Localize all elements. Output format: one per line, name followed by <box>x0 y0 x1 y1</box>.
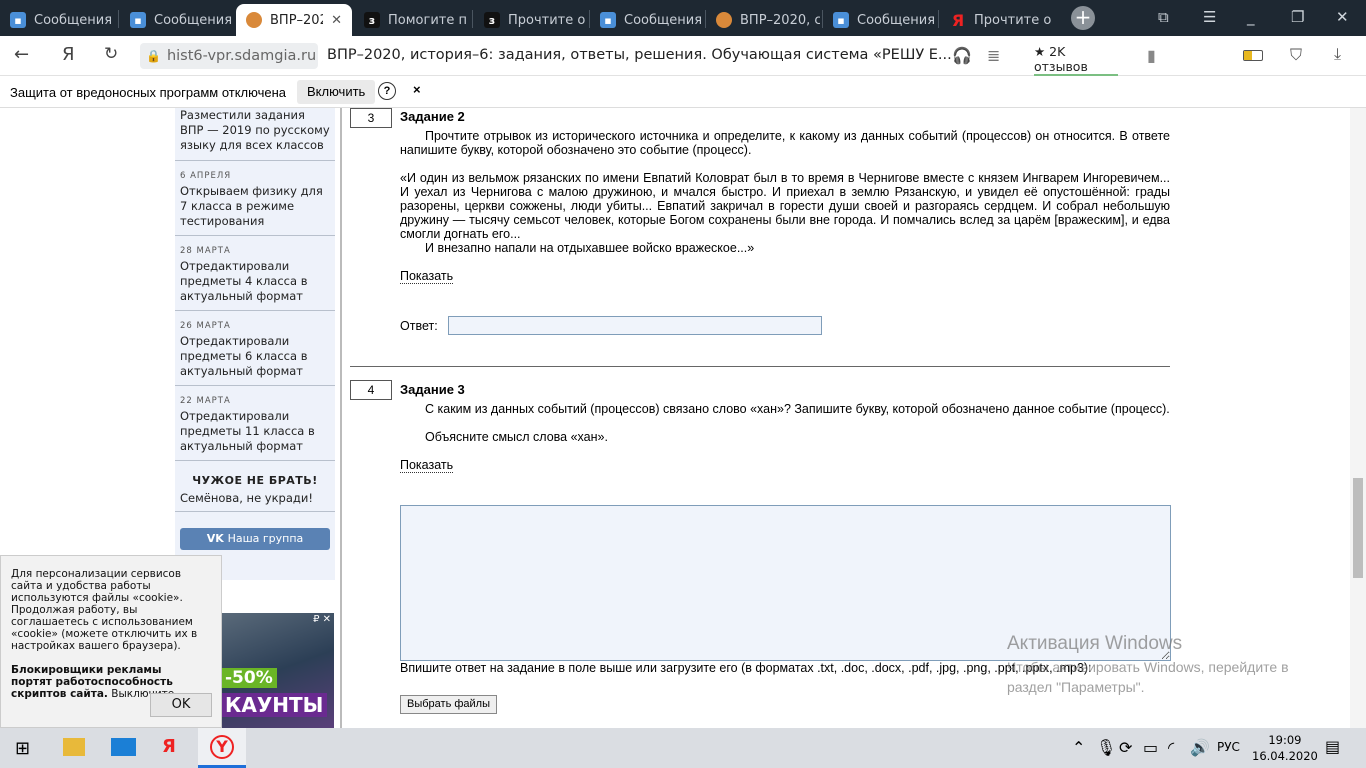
news-item[interactable]: 26 МАРТА Отредактировали предметы 6 класс… <box>175 319 335 386</box>
sdamgia-icon <box>246 12 262 28</box>
cookie-text: Для персонализации сервисов сайта и удоб… <box>11 568 198 652</box>
tab[interactable]: ▪ Сообщения <box>0 4 118 36</box>
language-indicator[interactable]: РУС <box>1217 740 1240 754</box>
tab[interactable]: ▪ Сообщения <box>120 4 234 36</box>
volume-icon[interactable]: 🔊 <box>1190 738 1210 757</box>
tab-active[interactable]: ВПР–2020✕ <box>236 4 352 36</box>
ad-banner[interactable]: -50% КАУНТЫ ₽ ✕ <box>221 613 334 728</box>
bookmark-icon[interactable]: ▮ <box>1147 46 1156 65</box>
notification-bar: Защита от вредоносных программ отключена… <box>0 76 1366 108</box>
news-item[interactable]: Разместили задания ВПР — 2019 по русском… <box>175 108 335 161</box>
sidebar-news: Разместили задания ВПР — 2019 по русском… <box>175 108 335 580</box>
close-window-icon[interactable]: ✕ <box>1336 8 1349 26</box>
windows-start-icon[interactable]: ⊞ <box>15 738 30 759</box>
answer-input[interactable] <box>448 316 822 335</box>
sdamgia-icon <box>716 12 732 28</box>
close-ad-icon[interactable]: ₽ ✕ <box>313 614 331 625</box>
messages-icon: ▪ <box>10 12 26 28</box>
taskbar: ⊞ Я Y ⌃ 🎙 ⟳ ▭ ◜ 🔊 РУС 19:09 16.04.2020 ▤ <box>0 728 1366 768</box>
tab[interactable]: з Прочтите о <box>474 4 588 36</box>
tray-chevron-icon[interactable]: ⌃ <box>1072 738 1085 757</box>
tab[interactable]: Я Прочтите о <box>940 4 1054 36</box>
task-text: Прочтите отрывок из исторического источн… <box>400 129 1170 157</box>
notice-text: Защита от вредоносных программ отключена <box>10 85 287 100</box>
task-text-2: Объясните смысл слова «хан». <box>425 430 608 444</box>
page-title: ВПР–2020, история–6: задания, ответы, ре… <box>327 47 952 63</box>
vk-icon: VK <box>206 532 228 545</box>
task-number: 4 <box>350 380 392 400</box>
task-quote-end: И внезапно напали на отдыхавшее войско в… <box>425 241 755 255</box>
yandex-app-icon[interactable]: Я <box>162 736 176 757</box>
close-tab-icon[interactable]: ✕ <box>331 13 342 28</box>
divider <box>340 108 342 728</box>
new-tab-button[interactable]: + <box>1071 6 1095 30</box>
sync-icon[interactable]: ⟳ <box>1119 738 1132 757</box>
messages-icon: ▪ <box>833 12 849 28</box>
scrollbar[interactable] <box>1350 108 1366 728</box>
menu-icon[interactable]: ☰ <box>1203 8 1216 26</box>
browser-tab-bar: ▪Сообщения ▪Сообщения ВПР–2020✕ зПомогит… <box>0 0 1366 36</box>
file-explorer-icon[interactable] <box>63 738 85 756</box>
tab[interactable]: з Помогите п <box>354 4 472 36</box>
messages-icon: ▪ <box>130 12 146 28</box>
protect-icon[interactable]: ⛉ <box>1290 45 1302 65</box>
messages-icon: ▪ <box>600 12 616 28</box>
enable-button[interactable]: Включить <box>297 80 376 104</box>
show-solution-link[interactable]: Показать <box>400 269 454 284</box>
yandex-browser-taskbar[interactable]: Y <box>198 728 246 768</box>
reviews-badge[interactable]: ★ 2K отзывов <box>1034 44 1118 77</box>
task-title: Задание 2 <box>400 109 465 124</box>
task-title: Задание 3 <box>400 382 465 397</box>
cookie-popup: Для персонализации сервисов сайта и удоб… <box>0 555 222 728</box>
znanija-icon: з <box>364 12 380 28</box>
news-item[interactable]: 22 МАРТА Отредактировали предметы 11 клас… <box>175 394 335 461</box>
minimize-icon[interactable]: _ <box>1247 8 1255 26</box>
yandex-icon[interactable]: Я <box>62 44 75 65</box>
lock-icon: 🔒 <box>146 49 161 63</box>
znanija-icon: з <box>484 12 500 28</box>
close-notice-icon[interactable]: × <box>413 82 421 97</box>
task-number: 3 <box>350 108 392 128</box>
headphones-icon[interactable]: 🎧 <box>952 46 972 65</box>
notifications-icon[interactable]: ▤ <box>1325 737 1340 756</box>
download-icon[interactable]: ⤓ <box>1334 44 1341 64</box>
help-icon[interactable]: ? <box>378 82 396 100</box>
battery-icon[interactable]: ▭ <box>1143 738 1158 757</box>
microphone-icon[interactable]: 🎙 <box>1096 738 1116 757</box>
vk-group-button[interactable]: VK Наша группа <box>180 528 330 550</box>
cookie-ok-button[interactable]: OK <box>150 693 212 717</box>
divider <box>350 366 1170 367</box>
restore-icon[interactable]: ❐ <box>1291 8 1304 26</box>
news-item[interactable]: 6 АПРЕЛЯ Открываем физику для 7 класса в … <box>175 169 335 236</box>
news-item[interactable]: 28 МАРТА Отредактировали предметы 4 класс… <box>175 244 335 311</box>
tab[interactable]: ВПР–2020, с <box>706 4 820 36</box>
back-icon[interactable]: ← <box>14 44 29 65</box>
answer-label: Ответ: <box>400 319 438 333</box>
url-field[interactable]: 🔒 hist6-vpr.sdamgia.ru <box>140 43 318 69</box>
reader-icon[interactable]: ≣ <box>987 46 1000 65</box>
battery-saver-icon[interactable] <box>1243 50 1263 61</box>
notice-text: Семёнова, не укради! <box>180 491 313 505</box>
tab[interactable]: ▪ Сообщения <box>823 4 937 36</box>
mail-icon[interactable] <box>111 738 136 756</box>
task-text: С каким из данных событий (процессов) св… <box>425 402 1170 416</box>
tabs-icon[interactable]: ⧉ <box>1158 8 1169 26</box>
wifi-icon[interactable]: ◜ <box>1168 738 1174 757</box>
task-quote: «И один из вельмож рязанских по имени Ев… <box>400 171 1170 241</box>
choose-files-button[interactable]: Выбрать файлы <box>400 695 497 714</box>
windows-activation-text: Чтобы активировать Windows, перейдите в … <box>1007 659 1289 695</box>
show-solution-link[interactable]: Показать <box>400 458 454 473</box>
notice-title: ЧУЖОЕ НЕ БРАТЬ! <box>192 474 318 487</box>
scrollbar-thumb[interactable] <box>1353 478 1363 578</box>
tab[interactable]: ▪ Сообщения <box>590 4 704 36</box>
yandex-icon: Я <box>951 10 965 30</box>
address-bar: ← Я ↻ 🔒 hist6-vpr.sdamgia.ru ВПР–2020, ис… <box>0 36 1366 77</box>
clock[interactable]: 19:09 16.04.2020 <box>1252 732 1318 764</box>
yandex-browser-icon: Y <box>210 735 234 759</box>
reload-icon[interactable]: ↻ <box>104 44 118 64</box>
windows-activation-title: Активация Windows <box>1007 633 1183 654</box>
